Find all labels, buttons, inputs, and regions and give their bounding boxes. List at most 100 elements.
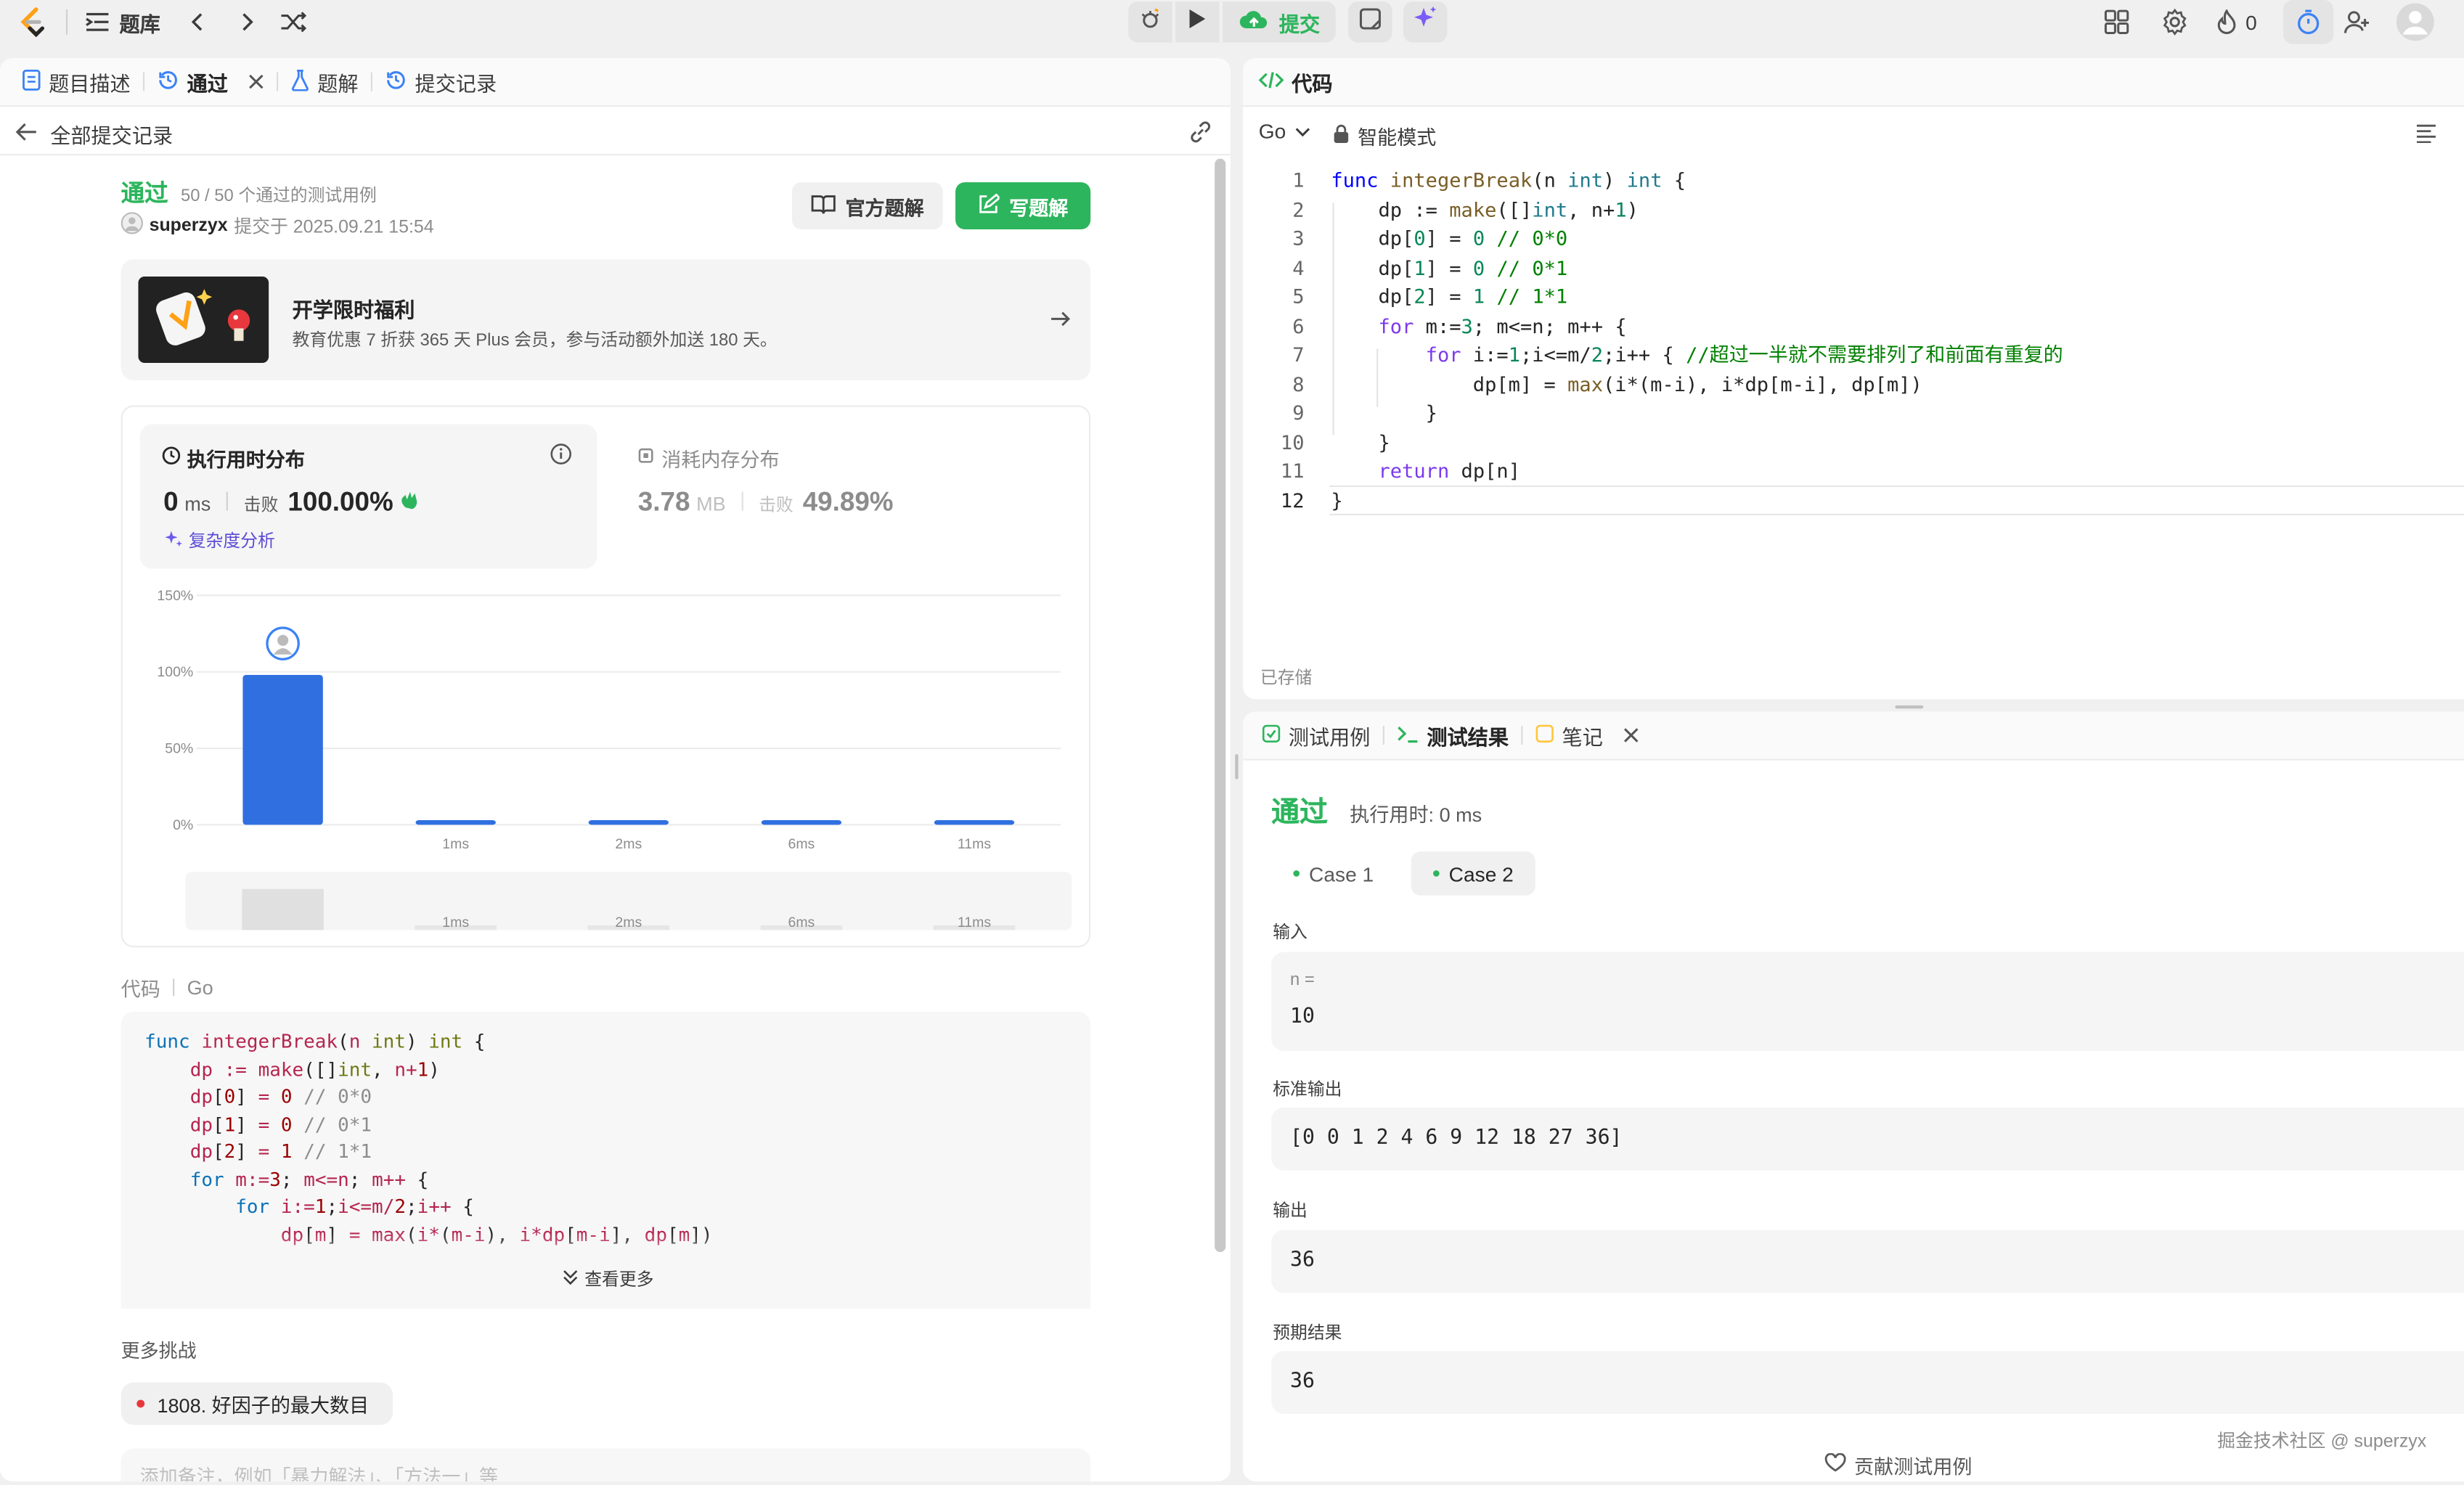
- left-tab-bar: 题目描述 通过 题解 提交记录: [0, 58, 1231, 107]
- close-tab-icon[interactable]: [1623, 724, 1639, 747]
- stdout-box: [0 0 1 2 4 6 9 12 18 27 36]: [1271, 1107, 2464, 1171]
- timer-icon[interactable]: [2283, 0, 2334, 44]
- overview-tick-label: 2ms: [615, 915, 642, 930]
- memory-value: 3.78: [637, 486, 690, 518]
- stats-card: 执行用时分布 0 ms 击败 100.00% 复杂度分析 消耗内存分布 3.78…: [121, 405, 1092, 949]
- all-submissions-link[interactable]: 全部提交记录: [15, 120, 173, 150]
- tab-solutions[interactable]: 题解: [278, 58, 371, 106]
- tab-accepted[interactable]: 通过: [144, 58, 277, 106]
- bar-0ms: [242, 674, 323, 825]
- arrow-right-icon[interactable]: [1050, 308, 1072, 338]
- note-input[interactable]: 添加备注，例如「暴力解法」、「方法一」等: [121, 1448, 1091, 1482]
- x-tick-label: 1ms: [442, 836, 469, 852]
- format-lines-icon[interactable]: [2415, 123, 2437, 151]
- chip-icon: [637, 446, 656, 470]
- notes-button[interactable]: [1348, 1, 1392, 43]
- complexity-analysis-link[interactable]: 复杂度分析: [163, 528, 275, 553]
- y-tick-label: 50%: [165, 741, 193, 757]
- horizontal-splitter-handle[interactable]: [1895, 705, 1924, 709]
- y-tick-label: 0%: [173, 817, 193, 833]
- output-box: 36: [1271, 1230, 2464, 1293]
- runtime-card[interactable]: 执行用时分布 0 ms 击败 100.00% 复杂度分析: [139, 424, 597, 569]
- x-tick-label: 2ms: [615, 836, 642, 852]
- problem-list-button[interactable]: 题库: [85, 0, 160, 44]
- pass-dot: [1293, 870, 1300, 877]
- tab-submissions[interactable]: 提交记录: [372, 58, 509, 106]
- promo-title: 开学限时福利: [292, 298, 415, 322]
- user-marker-head: [277, 634, 289, 646]
- output-label: 输出: [1273, 1201, 1308, 1221]
- tab-test-result[interactable]: 测试结果: [1384, 712, 1521, 760]
- promo-image: [138, 276, 269, 363]
- note-icon: [1535, 724, 1554, 747]
- book-icon: [811, 192, 836, 219]
- debug-button[interactable]: [1128, 1, 1172, 43]
- challenge-item[interactable]: 1808. 好因子的最大数目: [121, 1382, 393, 1425]
- result-runtime: 执行用时: 0 ms: [1350, 804, 1482, 827]
- submit-button[interactable]: 提交: [1222, 1, 1336, 43]
- tab-testcase[interactable]: 测试用例: [1243, 712, 1383, 760]
- stdout-value: [0 0 1 2 4 6 9 12 18 27 36]: [1290, 1126, 1623, 1150]
- memory-value-row: 3.78 MB 击败 49.89%: [638, 487, 894, 518]
- official-solution-button[interactable]: 官方题解: [791, 182, 943, 230]
- code-label-row: 代码 Go: [121, 976, 213, 1001]
- top-bar: 题库 提交 0: [0, 0, 2464, 47]
- info-icon[interactable]: [550, 443, 572, 472]
- status-accepted: 通过: [121, 180, 168, 208]
- vertical-splitter-handle[interactable]: [1235, 753, 1239, 780]
- edit-icon: [978, 192, 1002, 219]
- tab-code[interactable]: 代码: [1243, 58, 1345, 106]
- settings-gear-icon[interactable]: [2161, 0, 2189, 44]
- testcases-passed: 50 / 50 个通过的测试用例: [180, 187, 377, 206]
- bar-11ms: [934, 820, 1015, 825]
- avatar[interactable]: [2396, 0, 2434, 44]
- user-avatar-icon[interactable]: [121, 212, 143, 239]
- input-value: 10: [1290, 1005, 1315, 1029]
- y-tick-label: 100%: [157, 664, 193, 680]
- code-editor-panel: 代码 Go 智能模式 1 2 3 4 5 6 7 8 9 10 11 12 fu…: [1243, 58, 2464, 700]
- contribute-testcase-button[interactable]: 贡献测试用例: [1824, 1450, 1972, 1480]
- runtime-distribution-chart[interactable]: 150% 100% 50% 0% 1ms 2ms 6ms 11ms 1ms 2ms 6ms 11ms: [123, 564, 1092, 949]
- x-tick-label: 6ms: [788, 836, 815, 852]
- overview-tick-label: 6ms: [788, 915, 815, 930]
- clock-icon: [162, 446, 181, 470]
- saved-status: 已存储: [1260, 669, 1313, 689]
- leetcode-logo-icon[interactable]: [16, 0, 47, 44]
- add-friend-icon[interactable]: [2343, 0, 2371, 44]
- tab-notes[interactable]: 笔记: [1522, 712, 1652, 760]
- note-icon: [1358, 6, 1383, 38]
- document-icon: [22, 68, 41, 95]
- close-tab-icon[interactable]: [248, 70, 264, 93]
- tab-description[interactable]: 题目描述: [0, 58, 143, 106]
- layout-icon[interactable]: [2102, 0, 2131, 44]
- sparkle-icon: [1411, 4, 1440, 40]
- share-link-icon[interactable]: [1188, 120, 1213, 152]
- more-challenges-title: 更多挑战: [121, 1340, 197, 1362]
- prev-problem-icon[interactable]: [185, 0, 211, 44]
- language-select[interactable]: Go: [1259, 120, 1311, 143]
- case-2-tab[interactable]: Case 2: [1411, 851, 1536, 896]
- next-problem-icon[interactable]: [234, 0, 260, 44]
- history-icon: [385, 68, 407, 95]
- submitted-code-block[interactable]: func integerBreak(n int) int { dp := mak…: [121, 1011, 1091, 1309]
- clap-icon: [399, 488, 421, 518]
- current-line-highlight: [1329, 485, 2464, 515]
- left-scrollbar[interactable]: [1215, 158, 1226, 1253]
- output-value: 36: [1290, 1248, 1315, 1273]
- memory-beats: 49.89%: [802, 486, 894, 518]
- run-button[interactable]: [1175, 1, 1220, 43]
- memory-header[interactable]: 消耗内存分布: [637, 443, 780, 472]
- promo-banner[interactable]: 开学限时福利 教育优惠 7 折获 365 天 Plus 会员，参与活动额外加送 …: [121, 259, 1091, 380]
- see-more-button[interactable]: 查看更多: [563, 1267, 653, 1292]
- streak-counter[interactable]: 0: [2216, 0, 2257, 44]
- write-solution-button[interactable]: 写题解: [955, 182, 1091, 230]
- smart-mode-toggle[interactable]: 智能模式: [1332, 121, 1436, 151]
- watermark: 掘金技术社区 @ superzyx: [2217, 1433, 2427, 1452]
- expected-box: 36: [1271, 1351, 2464, 1415]
- ai-assistant-button[interactable]: [1403, 1, 1448, 43]
- username[interactable]: superzyx: [150, 216, 228, 235]
- case-1-tab[interactable]: Case 1: [1278, 853, 1390, 893]
- code-tab-bar: 代码: [1243, 58, 2464, 107]
- expected-label: 预期结果: [1273, 1324, 1342, 1343]
- shuffle-icon[interactable]: [280, 0, 308, 44]
